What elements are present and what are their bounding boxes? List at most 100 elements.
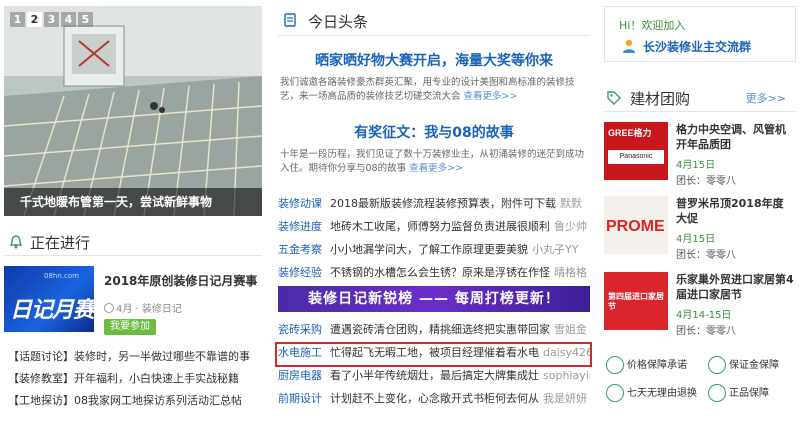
groupbuy-thumb-label: PROME: [606, 218, 665, 235]
news-title[interactable]: 地砖木工收尾，师傅努力监督负责进展很顺利: [330, 220, 550, 233]
diary-meta-text: 4月 · 装修日记: [116, 304, 182, 315]
groupbuy-item[interactable]: 第四届进口家居节 乐家巢外贸进口家居第4届进口家居节 4月14-15日 团长：零…: [604, 272, 796, 338]
groupbuy-name[interactable]: 乐家巢外贸进口家居第4届进口家居节: [676, 272, 794, 302]
news-author[interactable]: 小丸子YY: [532, 243, 578, 256]
highlight-box: [275, 342, 592, 367]
bell-icon: [10, 235, 22, 249]
news-title[interactable]: 计划赶不上变化，心念敞开式书柜何去何从: [330, 392, 539, 405]
news-category[interactable]: 装修进度: [278, 220, 322, 233]
news-row[interactable]: 装修经验 不锈钢的水槽怎么会生锈？原来是浮锈在作怪 晴格格: [278, 261, 590, 284]
guarantee-genuine[interactable]: 正品保障: [708, 382, 769, 406]
guarantee-label: 价格保障承诺: [627, 360, 687, 371]
news-title[interactable]: 2018最新版装修流程装修预算表，附件可下载: [330, 197, 556, 210]
guarantee-badges: 价格保障承诺 保证金保障 七天无理由退换 正品保障: [604, 354, 796, 414]
news-author[interactable]: 默默: [560, 197, 582, 210]
guarantee-label: 保证金保障: [729, 360, 779, 371]
user-icon: [623, 39, 635, 53]
ongoing-link[interactable]: 【装修教室】开年福利，小白快速上手实战秘籍: [8, 368, 264, 390]
news-row[interactable]: 厨房电器看了小半年传统烟灶，最后搞定大牌集成灶 sophiayin: [278, 364, 590, 387]
news-icon: [284, 13, 296, 27]
diary-thumb-text: 日记月赛: [10, 298, 94, 323]
groupbuy-leader: 团长：零零八: [676, 326, 736, 337]
view-more-link[interactable]: 查看更多>>: [464, 91, 518, 102]
group-link[interactable]: 长沙装修业主交流群: [643, 38, 751, 55]
floor-heating-photo: [4, 6, 262, 216]
ongoing-title: 正在进行: [30, 234, 91, 252]
news-author[interactable]: 鲁少帅: [554, 220, 587, 233]
groupbuy-date: 4月15日: [676, 160, 716, 171]
news-category[interactable]: 前期设计: [278, 392, 322, 405]
news-author[interactable]: 晴格格: [554, 266, 587, 279]
view-more-link[interactable]: 查看更多>>: [409, 163, 463, 174]
guarantee-price[interactable]: 价格保障承诺: [606, 354, 687, 378]
groupbuy-more-link[interactable]: 更多>>: [746, 90, 786, 106]
deposit-guarantee-icon: [708, 356, 726, 374]
news-title[interactable]: 小小地漏学问大，了解工作原理更要美貌: [330, 243, 528, 256]
join-group-box[interactable]: Hi！欢迎加入 长沙装修业主交流群: [604, 6, 796, 62]
groupbuy-item[interactable]: PROME 普罗米吊顶2018年度大促 4月15日 团长：零零八: [604, 196, 796, 262]
diary-contest-title[interactable]: 2018年原创装修日记月赛事: [104, 272, 257, 289]
feature-desc: 十年是一段历程，我们见证了数十万装修业主，从初涌装修的迷茫到成功入住。期待你分享…: [278, 148, 590, 176]
guarantee-return[interactable]: 七天无理由退换: [606, 382, 697, 406]
news-row[interactable]: 五金考察 小小地漏学问大，了解工作原理更要美貌 小丸子YY: [278, 238, 590, 261]
price-guarantee-icon: [606, 356, 624, 374]
return-guarantee-icon: [606, 384, 624, 402]
slider-page-1[interactable]: 1: [10, 12, 25, 27]
feature-desc: 我们诚邀各路装修豪杰群英汇聚，用专业的设计美图和高标准的装修技艺，来一场高品质的…: [278, 76, 590, 104]
groupbuy-date: 4月15日: [676, 234, 716, 245]
ongoing-link[interactable]: 【工地探访】08我家网工地探访系列活动汇总帖: [8, 390, 264, 412]
tag-icon: [607, 91, 621, 105]
right-column: Hi！欢迎加入 长沙装修业主交流群 建材团购 更多>> GREE格力 Panas…: [604, 6, 796, 421]
news-title[interactable]: 看了小半年传统烟灶，最后搞定大牌集成灶: [330, 369, 539, 382]
genuine-guarantee-icon: [708, 384, 726, 402]
news-title[interactable]: 遭遇瓷砖清仓团购，精挑细选终把实惠带回家: [330, 323, 550, 336]
groupbuy-thumb-label: 第四届进口家居节: [608, 292, 664, 311]
guarantee-label: 正品保障: [729, 388, 769, 399]
news-category[interactable]: 厨房电器: [278, 369, 322, 382]
groupbuy-header: 建材团购 更多>>: [604, 86, 796, 112]
news-category[interactable]: 装修经验: [278, 266, 322, 279]
groupbuy-title: 建材团购: [630, 90, 691, 108]
slider-caption[interactable]: 千式地暖布管第一天，尝试新鲜事物: [4, 188, 262, 216]
news-row[interactable]: 瓷砖采购 遭遇瓷砖清仓团购，精挑细选终把实惠带回家 雪姐金: [278, 318, 590, 341]
diary-thumb-site: 08hn.com: [44, 272, 79, 280]
news-author[interactable]: 雪姐金: [554, 323, 587, 336]
headlines-header: 今日头条: [278, 6, 590, 36]
diary-contest-thumbnail[interactable]: 08hn.com 日记月赛: [4, 266, 94, 332]
feature-title[interactable]: 有奖征文：我与08的故事: [278, 122, 590, 142]
groupbuy-thumb-label: GREE格力: [608, 128, 652, 138]
groupbuy-thumb-gree[interactable]: GREE格力 Panasonic: [604, 122, 668, 180]
news-category[interactable]: 装修动课: [278, 197, 322, 210]
news-title[interactable]: 不锈钢的水槽怎么会生锈？原来是浮锈在作怪: [330, 266, 550, 279]
image-slider[interactable]: 1 2 3 4 5 千式地暖布管第一天，尝试新鲜事物: [4, 6, 262, 216]
groupbuy-item[interactable]: GREE格力 Panasonic 格力中央空调、风管机开年品质团 4月15日 团…: [604, 122, 796, 188]
news-category[interactable]: 五金考察: [278, 243, 322, 256]
news-author[interactable]: sophiayin: [543, 369, 590, 382]
panasonic-strip: Panasonic: [608, 150, 664, 164]
slider-page-2[interactable]: 2: [27, 12, 42, 27]
feature-article: 有奖征文：我与08的故事 十年是一段历程，我们见证了数十万装修业主，从初涌装修的…: [278, 122, 590, 176]
join-contest-button[interactable]: 我要参加: [104, 319, 156, 335]
news-author[interactable]: 我是妍妍: [543, 392, 587, 405]
groupbuy-leader: 团长：零零八: [676, 176, 736, 187]
ongoing-link[interactable]: 【话题讨论】装修时，另一半做过哪些不靠谱的事: [8, 346, 264, 368]
slider-page-3[interactable]: 3: [44, 12, 59, 27]
groupbuy-thumb-import[interactable]: 第四届进口家居节: [604, 272, 668, 330]
groupbuy-name[interactable]: 普罗米吊顶2018年度大促: [676, 196, 794, 226]
news-category[interactable]: 瓷砖采购: [278, 323, 322, 336]
diary-ranking-banner[interactable]: 装修日记新锐榜 —— 每周打榜更新！: [278, 286, 590, 312]
slider-page-5[interactable]: 5: [78, 12, 93, 27]
diary-contest-meta: 4月 · 装修日记: [104, 300, 182, 315]
groupbuy-name[interactable]: 格力中央空调、风管机开年品质团: [676, 122, 794, 152]
headlines-title: 今日头条: [308, 13, 369, 31]
feature-title[interactable]: 晒家晒好物大赛开启，海量大奖等你来: [278, 50, 590, 70]
groupbuy-thumb-prome[interactable]: PROME: [604, 196, 668, 254]
news-row[interactable]: 装修进度 地砖木工收尾，师傅努力监督负责进展很顺利 鲁少帅: [278, 215, 590, 238]
slider-page-4[interactable]: 4: [61, 12, 76, 27]
guarantee-deposit[interactable]: 保证金保障: [708, 354, 779, 378]
news-row[interactable]: 前期设计 计划赶不上变化，心念敞开式书柜何去何从 我是妍妍: [278, 387, 590, 410]
ongoing-section-header: 正在进行: [4, 230, 262, 256]
groupbuy-leader: 团长：零零八: [676, 250, 736, 261]
news-row[interactable]: 装修动课 2018最新版装修流程装修预算表，附件可下载 默默: [278, 192, 590, 215]
diary-contest-card[interactable]: 08hn.com 日记月赛 2018年原创装修日记月赛事 4月 · 装修日记 我…: [4, 266, 262, 340]
